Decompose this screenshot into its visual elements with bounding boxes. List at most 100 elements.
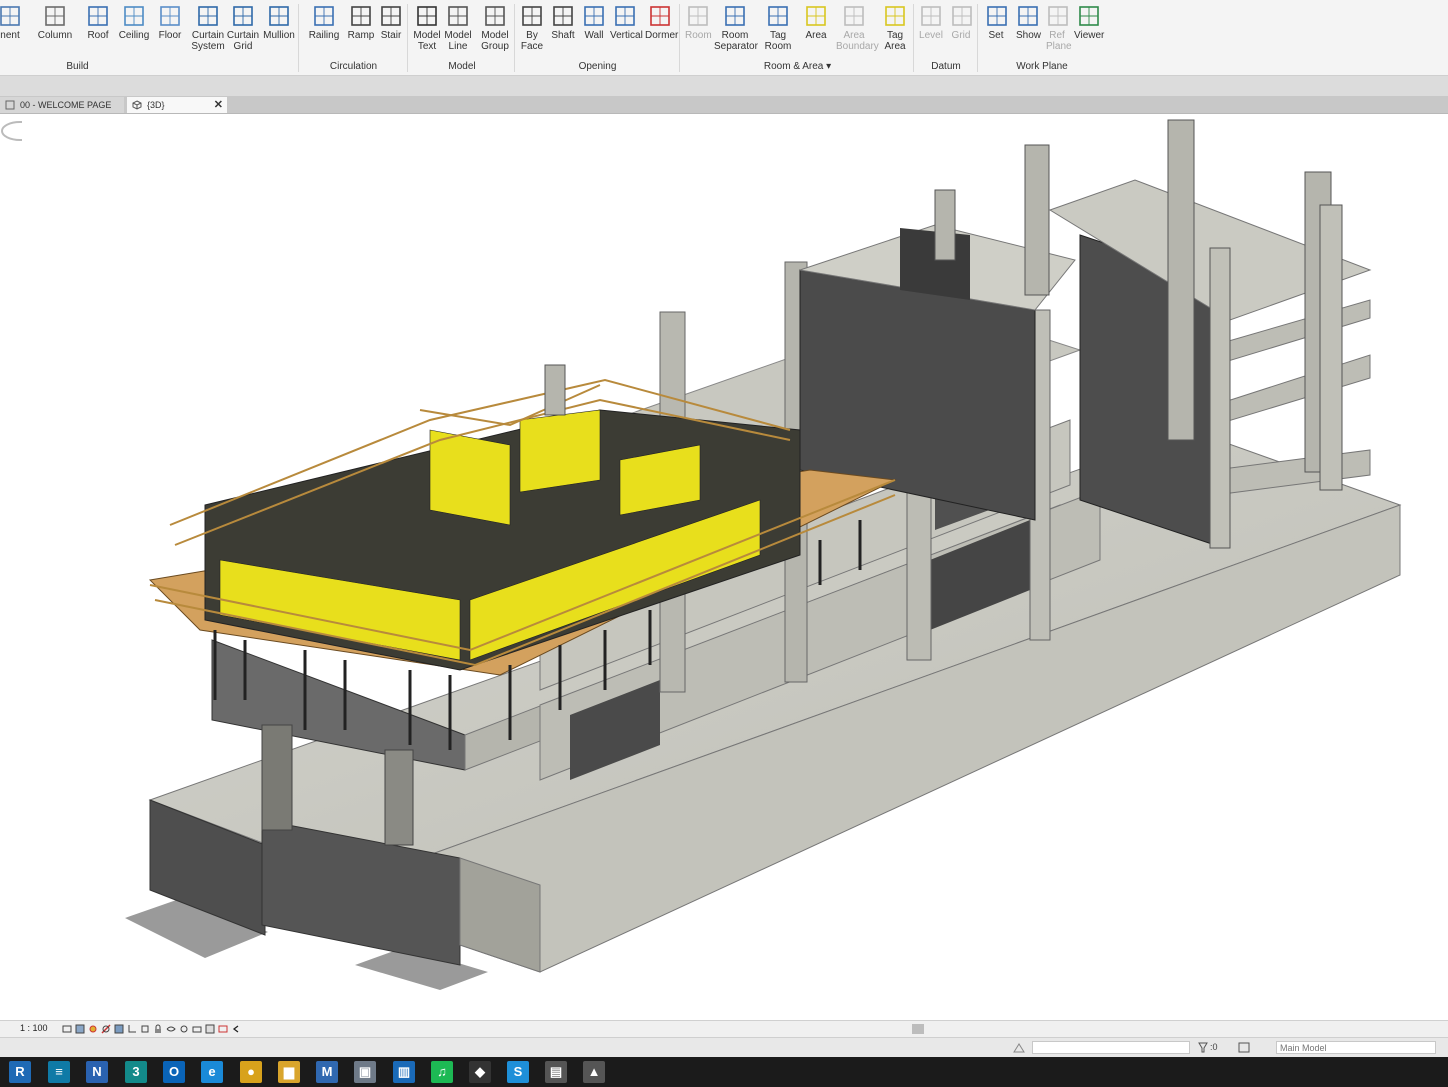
close-tab-icon[interactable]: ✕: [214, 97, 223, 113]
roof-tool[interactable]: Roof: [86, 2, 110, 60]
chrome-taskbar-icon[interactable]: ●: [240, 1061, 262, 1083]
visual-style-icon[interactable]: [75, 1024, 85, 1034]
view-control-bar: 1 : 100: [0, 1020, 1448, 1037]
tag-room-tool[interactable]: Tag Room: [762, 2, 794, 60]
tower-post-4: [1319, 204, 1343, 491]
model-line-tool[interactable]: Model Line: [444, 2, 472, 60]
mullion-tool[interactable]: Mullion: [262, 2, 296, 60]
panel-label-build: Build: [66, 61, 89, 72]
ramp-tool[interactable]: Ramp: [346, 2, 376, 60]
app-hex-taskbar-icon[interactable]: ◆: [469, 1061, 491, 1083]
component-tool[interactable]: nent: [0, 2, 22, 60]
room-separator-tool[interactable]: Room Separator: [714, 2, 758, 60]
curtain-system-tool[interactable]: Curtain System: [190, 2, 226, 60]
railing-tool[interactable]: Railing: [308, 2, 340, 60]
column-top-post: [544, 364, 566, 416]
model-text-tool[interactable]: Model Text: [412, 2, 442, 60]
roof-icon: [88, 6, 108, 26]
shaft-tool[interactable]: Shaft: [550, 2, 576, 60]
crop-view-icon[interactable]: [127, 1024, 137, 1034]
panel-label-work-plane: Work Plane: [1016, 61, 1068, 72]
skype-taskbar-icon[interactable]: S: [507, 1061, 529, 1083]
curtain-grid-tool[interactable]: Curtain Grid: [226, 2, 260, 60]
curtain-system-icon: [198, 6, 218, 26]
app-m-taskbar-icon[interactable]: M: [316, 1061, 338, 1083]
tool-label: Show: [1016, 30, 1042, 41]
wall-opening-icon: [584, 6, 604, 26]
ceiling-tool[interactable]: Ceiling: [118, 2, 150, 60]
app-doc-taskbar-icon[interactable]: ▣: [354, 1061, 376, 1083]
grid-icon: [952, 6, 972, 26]
reveal-hidden-icon[interactable]: [179, 1024, 189, 1034]
autodesk-n-taskbar-icon[interactable]: N: [86, 1061, 108, 1083]
design-options-icon[interactable]: [1238, 1042, 1250, 1053]
analytical-model-icon[interactable]: [205, 1024, 215, 1034]
tool-label: Floor: [158, 30, 182, 41]
view-controls: [62, 1024, 241, 1035]
horizontal-scrollbar[interactable]: [912, 1024, 924, 1034]
tag-room-icon: [768, 6, 788, 26]
clapper-taskbar-icon[interactable]: ▤: [545, 1061, 567, 1083]
railing-icon: [314, 6, 334, 26]
dormer-tool[interactable]: Dormer: [645, 2, 679, 60]
spotify-taskbar-icon[interactable]: ♫: [431, 1061, 453, 1083]
edge-taskbar-icon[interactable]: e: [201, 1061, 223, 1083]
model-group-tool[interactable]: Model Group: [480, 2, 510, 60]
view-tab-bar: 00 - WELCOME PAGE {3D} ✕: [0, 96, 1448, 114]
tool-label: Curtain Grid: [226, 30, 260, 52]
model-line-icon: [448, 6, 468, 26]
worksharing-icon[interactable]: [192, 1024, 202, 1034]
3ds-taskbar-icon[interactable]: 3: [125, 1061, 147, 1083]
floor-tool[interactable]: Floor: [156, 2, 184, 60]
worksets-icon[interactable]: [1012, 1042, 1026, 1054]
tab-welcome-page[interactable]: 00 - WELCOME PAGE: [0, 97, 124, 113]
tag-area-tool[interactable]: Tag Area: [880, 2, 910, 60]
collapse-arrow-icon[interactable]: [231, 1024, 241, 1034]
explorer-taskbar-icon[interactable]: ▆: [278, 1061, 300, 1083]
wall-tool[interactable]: Wall: [582, 2, 606, 60]
tool-label: Wall: [584, 30, 604, 41]
set-tool[interactable]: Set: [985, 2, 1007, 60]
vertical-tool[interactable]: Vertical: [610, 2, 643, 60]
viewer-icon: [1079, 6, 1099, 26]
panel-separator: [407, 4, 408, 72]
column-tool[interactable]: Column: [32, 2, 78, 60]
shadows-icon[interactable]: [101, 1024, 111, 1034]
level-tool[interactable]: Level: [918, 2, 944, 60]
area-tool[interactable]: Area: [802, 2, 830, 60]
room-tool[interactable]: Room: [685, 2, 712, 60]
grid-tool[interactable]: Grid: [950, 2, 972, 60]
outlook-taskbar-icon[interactable]: O: [163, 1061, 185, 1083]
ref-plane-tool[interactable]: Ref Plane: [1046, 2, 1072, 60]
sun-path-icon[interactable]: [88, 1024, 98, 1034]
show-tool[interactable]: Show: [1016, 2, 1042, 60]
design-option-dropdown[interactable]: Main Model: [1276, 1041, 1436, 1054]
show-crop-icon[interactable]: [140, 1024, 150, 1034]
tool-label: Dormer: [645, 30, 679, 41]
workset-dropdown[interactable]: [1032, 1041, 1190, 1054]
viewcube-icon[interactable]: [0, 114, 22, 148]
column-front-left: [261, 724, 293, 831]
filter-icon[interactable]: [1198, 1042, 1208, 1053]
tag-area-icon: [885, 6, 905, 26]
trello-taskbar-icon[interactable]: ▥: [393, 1061, 415, 1083]
column-icon: [45, 6, 65, 26]
room-icon: [688, 6, 708, 26]
panel-label-room-area[interactable]: Room & Area ▾: [680, 61, 915, 73]
render-icon[interactable]: [114, 1024, 124, 1034]
view-scale[interactable]: 1 : 100: [20, 1023, 48, 1033]
revit-taskbar-icon[interactable]: R: [9, 1061, 31, 1083]
stair-tool[interactable]: Stair: [378, 2, 404, 60]
tab-3d-view[interactable]: {3D} ✕: [127, 97, 227, 113]
lock-view-icon[interactable]: [153, 1024, 163, 1034]
temp-hide-icon[interactable]: [166, 1024, 176, 1034]
photos-taskbar-icon[interactable]: ▲: [583, 1061, 605, 1083]
detail-level-icon[interactable]: [62, 1024, 72, 1034]
by-face-tool[interactable]: By Face: [518, 2, 546, 60]
area-boundary-icon: [844, 6, 864, 26]
3d-viewport[interactable]: [0, 114, 1448, 1020]
highlight-displacement-icon[interactable]: [218, 1024, 228, 1034]
area-boundary-tool[interactable]: Area Boundary: [836, 2, 879, 60]
navisworks-taskbar-icon[interactable]: ≡: [48, 1061, 70, 1083]
viewer-tool[interactable]: Viewer: [1074, 2, 1104, 60]
